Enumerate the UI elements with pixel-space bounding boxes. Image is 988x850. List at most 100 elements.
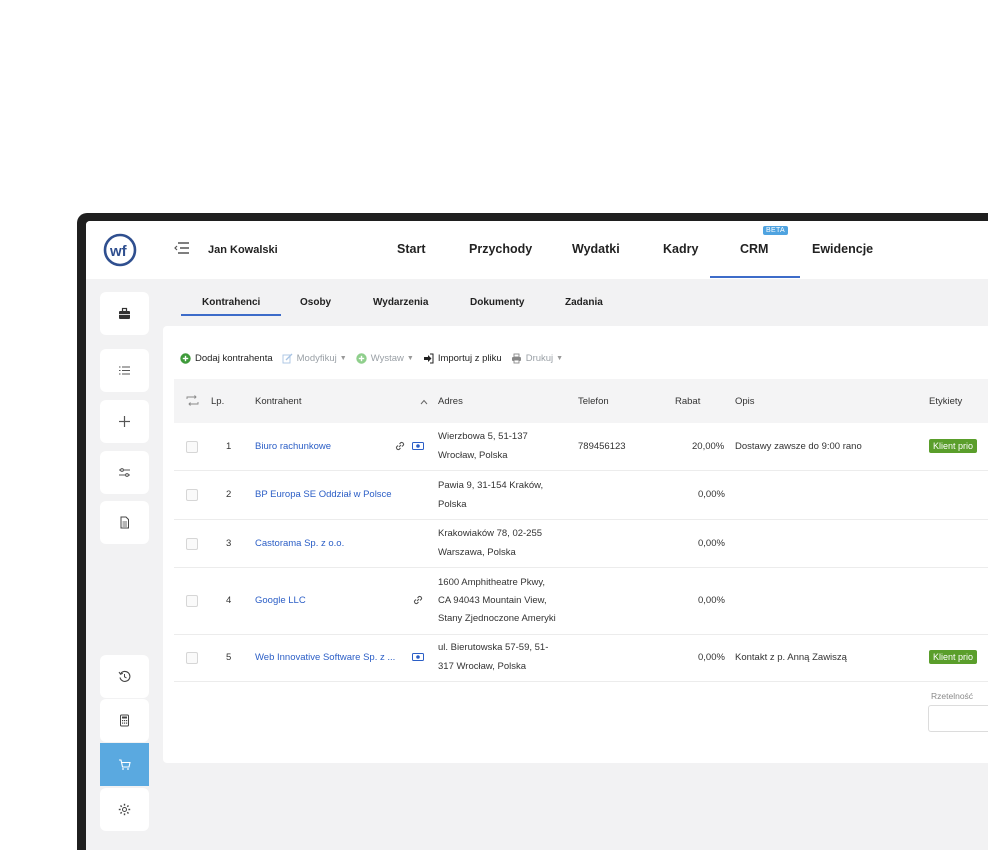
address-line2: Warszawa, Polska	[438, 547, 516, 558]
address-line1: 1600 Amphitheatre Pkwy,	[438, 577, 546, 588]
nav-active-indicator	[710, 276, 800, 278]
issue-caret-icon: ▼	[406, 354, 414, 362]
table-header: Lp. Kontrahent Adres Telefon Rabat Opis …	[174, 379, 988, 423]
print-caret-icon: ▼	[556, 354, 564, 362]
modify-caret-icon: ▼	[339, 354, 347, 362]
address-line2: CA 94043 Mountain View,	[438, 595, 547, 606]
col-phone[interactable]: Telefon	[578, 396, 609, 407]
address-line1: Krakowiaków 78, 02-255	[438, 528, 543, 539]
reliability-label: Rzetelność	[931, 691, 974, 701]
row-discount: 0,00%	[698, 489, 725, 500]
app-screen: wf Jan Kowalski Start Przychody Wydatki …	[86, 221, 988, 850]
table-row[interactable]: 2 BP Europa SE Oddział w Polsce Pawia 9,…	[174, 471, 988, 520]
row-checkbox[interactable]	[186, 538, 198, 550]
table-row[interactable]: 3 Castorama Sp. z o.o. Krakowiaków 78, 0…	[174, 520, 988, 568]
row-checkbox[interactable]	[186, 595, 198, 607]
nav-przychody[interactable]: Przychody	[469, 242, 532, 256]
print-label: Drukuj	[525, 352, 554, 364]
row-checkbox[interactable]	[186, 441, 198, 453]
table-row[interactable]: 5 Web Innovative Software Sp. z ... ul. …	[174, 635, 988, 682]
nav-wydatki[interactable]: Wydatki	[572, 242, 620, 256]
import-button[interactable]: Importuj z pliku	[423, 353, 502, 364]
sidebar-documents[interactable]	[100, 501, 149, 544]
print-button[interactable]: Drukuj ▼	[511, 353, 563, 364]
address-line1: ul. Bierutowska 57-59, 51-	[438, 642, 549, 653]
money-icon[interactable]	[412, 651, 424, 663]
table-row[interactable]: 1 Biuro rachunkowe Wierzbowa 5, 51-137 W…	[174, 423, 988, 471]
row-phone: 789456123	[578, 441, 626, 452]
sliders-icon	[119, 468, 130, 477]
col-labels[interactable]: Etykiety	[929, 396, 962, 407]
history-icon	[118, 670, 131, 682]
col-lp[interactable]: Lp.	[211, 396, 224, 407]
row-discount: 0,00%	[698, 595, 725, 606]
label-tag[interactable]: Klient prio	[929, 650, 978, 664]
address-line2: Wrocław, Polska	[438, 450, 508, 461]
contractor-link[interactable]: Web Innovative Software Sp. z ...	[255, 652, 395, 663]
add-contractor-button[interactable]: Dodaj kontrahenta	[180, 353, 273, 364]
col-contractor[interactable]: Kontrahent	[255, 396, 301, 407]
address-line1: Pawia 9, 31-154 Kraków,	[438, 480, 544, 491]
nav-ewidencje[interactable]: Ewidencje	[812, 242, 873, 256]
sidebar-calculator[interactable]	[100, 699, 149, 742]
row-lp: 2	[226, 489, 232, 500]
sidebar-settings-sliders[interactable]	[100, 451, 149, 494]
user-name[interactable]: Jan Kowalski	[208, 244, 278, 256]
money-icon[interactable]	[412, 440, 424, 452]
issue-label: Wystaw	[370, 352, 404, 364]
nav-start[interactable]: Start	[397, 242, 425, 256]
row-lp: 5	[226, 652, 232, 663]
subtab-dokumenty[interactable]: Dokumenty	[470, 297, 524, 308]
row-discount: 20,00%	[692, 441, 725, 452]
nav-kadry[interactable]: Kadry	[663, 242, 698, 256]
sidebar-cart[interactable]	[100, 743, 149, 786]
address-line3: Stany Zjednoczone Ameryki	[438, 613, 556, 624]
beta-badge: BETA	[763, 226, 788, 235]
document-icon	[120, 516, 129, 529]
sort-asc-icon[interactable]	[420, 399, 428, 405]
nav-crm[interactable]: CRM	[740, 242, 768, 256]
address-line2: 317 Wrocław, Polska	[438, 661, 527, 672]
sidebar-list[interactable]	[100, 349, 149, 392]
modify-label: Modyfikuj	[296, 352, 337, 364]
list-icon	[119, 366, 130, 375]
subtab-osoby[interactable]: Osoby	[300, 297, 331, 308]
contractor-link[interactable]: Google LLC	[255, 595, 306, 606]
address-line1: Wierzbowa 5, 51-137	[438, 431, 528, 442]
address-line2: Polska	[438, 499, 467, 510]
cart-icon	[119, 759, 131, 770]
contractor-link[interactable]: Castorama Sp. z o.o.	[255, 538, 344, 549]
subtab-active-indicator	[181, 314, 281, 316]
row-checkbox[interactable]	[186, 652, 198, 664]
subtab-kontrahenci[interactable]: Kontrahenci	[202, 297, 260, 308]
toolbar: Dodaj kontrahenta Modyfikuj ▼ Wystaw ▼ I…	[180, 351, 572, 365]
row-description: Dostawy zawsze do 9:00 rano	[735, 441, 862, 452]
menu-toggle-icon[interactable]	[174, 240, 190, 256]
column-settings-icon[interactable]	[186, 395, 199, 406]
sidebar-gear[interactable]	[100, 788, 149, 831]
link-icon[interactable]	[394, 440, 406, 452]
sidebar-add[interactable]	[100, 400, 149, 443]
link-icon[interactable]	[412, 594, 424, 606]
label-tag[interactable]: Klient prio	[929, 439, 978, 453]
reliability-input[interactable]	[928, 705, 988, 732]
subtab-wydarzenia[interactable]: Wydarzenia	[373, 297, 428, 308]
add-circle-icon	[356, 352, 367, 364]
col-address[interactable]: Adres	[438, 396, 463, 407]
contractor-link[interactable]: BP Europa SE Oddział w Polsce	[255, 489, 392, 500]
issue-button[interactable]: Wystaw ▼	[356, 353, 414, 364]
contractor-link[interactable]: Biuro rachunkowe	[255, 441, 331, 452]
top-bar: wf Jan Kowalski Start Przychody Wydatki …	[86, 221, 988, 279]
sidebar-briefcase[interactable]	[100, 292, 149, 335]
col-description[interactable]: Opis	[735, 396, 755, 407]
wf-logo-icon[interactable]: wf	[102, 232, 140, 268]
table-row[interactable]: 4 Google LLC 1600 Amphitheatre Pkwy, CA …	[174, 568, 988, 635]
row-lp: 1	[226, 441, 232, 452]
subtab-zadania[interactable]: Zadania	[565, 297, 603, 308]
col-discount[interactable]: Rabat	[675, 396, 700, 407]
sidebar-history[interactable]	[100, 655, 149, 698]
modify-button[interactable]: Modyfikuj ▼	[282, 353, 347, 364]
row-checkbox[interactable]	[186, 489, 198, 501]
calculator-icon	[120, 714, 129, 727]
settings-icon	[118, 803, 131, 816]
